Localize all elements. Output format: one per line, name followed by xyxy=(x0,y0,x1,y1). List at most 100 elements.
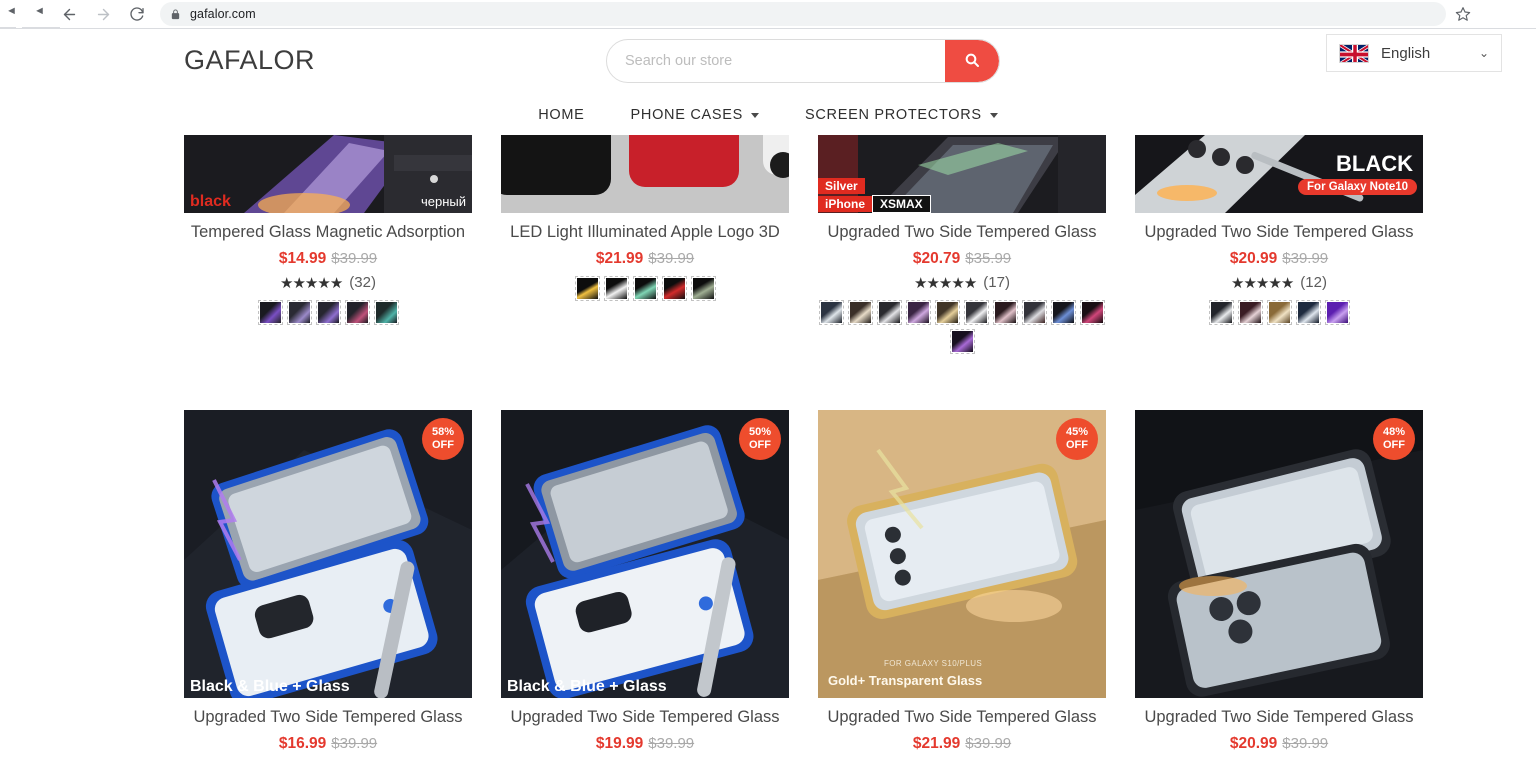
product-card: Silver iPhone XSMAX Upgraded Two Side Tem… xyxy=(818,135,1106,354)
product-swatches xyxy=(501,275,789,301)
swatch[interactable] xyxy=(1295,299,1321,325)
product-image[interactable]: Silver iPhone XSMAX xyxy=(818,135,1106,213)
swatch[interactable] xyxy=(344,299,370,325)
row-spacer xyxy=(184,354,1352,410)
product-title[interactable]: Upgraded Two Side Tempered Glass xyxy=(501,708,789,728)
product-image-caption: Silver iPhone XSMAX xyxy=(818,177,931,213)
old-price: $39.99 xyxy=(1282,734,1329,752)
product-title[interactable]: Upgraded Two Side Tempered Glass xyxy=(818,223,1106,243)
swatch[interactable] xyxy=(935,299,960,325)
sale-price: $20.79 xyxy=(912,249,961,267)
product-title[interactable]: Upgraded Two Side Tempered Glass xyxy=(1135,708,1423,728)
address-bar[interactable]: gafalor.com xyxy=(160,2,1446,26)
product-title[interactable]: Upgraded Two Side Tempered Glass xyxy=(184,708,472,728)
sale-price: $14.99 xyxy=(278,249,327,267)
product-price: $19.99 $39.99 xyxy=(501,735,789,753)
product-title[interactable]: Upgraded Two Side Tempered Glass xyxy=(1135,223,1423,243)
sale-price: $20.99 xyxy=(1229,734,1278,752)
discount-off-label: OFF xyxy=(749,438,771,451)
product-grid: black черный Tempered Glass Magnetic Ads… xyxy=(0,135,1536,753)
product-image[interactable]: BLACK For Galaxy Note10 xyxy=(1135,135,1423,213)
search-icon xyxy=(964,52,980,71)
product-image[interactable]: 50% OFF Black & Blue + Glass xyxy=(501,409,789,698)
swatch[interactable] xyxy=(632,275,658,301)
discount-percent: 58% xyxy=(431,426,455,439)
model-chip: XSMAX xyxy=(872,195,931,213)
star-icon[interactable] xyxy=(1450,1,1476,27)
lock-icon xyxy=(170,8,181,20)
discount-percent: 48% xyxy=(1382,426,1406,439)
swatch[interactable] xyxy=(1324,299,1350,325)
swatch[interactable] xyxy=(1208,299,1234,325)
discount-off-label: OFF xyxy=(432,438,454,451)
product-image-caption: Black & Blue + Glass xyxy=(190,677,350,695)
swatch[interactable] xyxy=(848,299,873,325)
swatch[interactable] xyxy=(964,299,989,325)
swatch[interactable] xyxy=(1051,299,1076,325)
swatch[interactable] xyxy=(906,299,931,325)
discount-badge: 45% OFF xyxy=(1056,417,1098,460)
swatch[interactable] xyxy=(1080,299,1105,325)
swatch[interactable] xyxy=(690,275,716,301)
nav-item-phone-cases[interactable]: PHONE CASES xyxy=(629,101,761,129)
nav-item-screen-protectors[interactable]: SCREEN PROTECTORS xyxy=(803,101,1000,129)
swatch[interactable] xyxy=(819,299,844,325)
search-bar xyxy=(606,39,1000,83)
old-price: $39.99 xyxy=(965,734,1012,752)
swatch[interactable] xyxy=(373,299,399,325)
sale-price: $21.99 xyxy=(912,734,961,752)
swatch[interactable] xyxy=(1237,299,1263,325)
discount-off-label: OFF xyxy=(1383,438,1405,451)
search-input[interactable] xyxy=(607,40,945,82)
swatch[interactable] xyxy=(661,275,687,301)
swatch[interactable] xyxy=(1022,299,1047,325)
swatch[interactable] xyxy=(574,275,600,301)
product-image-caption-overline: FOR GALAXY S10/PLUS xyxy=(884,658,983,668)
browser-chrome: ◄ ◄ gafalor.com xyxy=(0,0,1536,29)
reload-button[interactable] xyxy=(124,1,150,27)
site-logo[interactable]: GAFALOR xyxy=(184,45,315,76)
swatch[interactable] xyxy=(1266,299,1292,325)
swatch[interactable] xyxy=(603,275,629,301)
product-swatches xyxy=(818,299,1106,354)
product-card: black черный Tempered Glass Magnetic Ads… xyxy=(184,135,472,325)
swatch[interactable] xyxy=(949,328,975,354)
rating-count: (17) xyxy=(983,274,1010,292)
product-image[interactable]: 58% OFF Black & Blue + Glass xyxy=(184,409,472,698)
product-price: $14.99 $39.99 xyxy=(184,250,472,268)
product-card: 48% OFF Upgraded Two Side Tempered Glass… xyxy=(1135,409,1423,753)
product-image[interactable] xyxy=(501,135,789,213)
product-image[interactable]: 48% OFF xyxy=(1135,409,1423,698)
model-prefix-chip: iPhone xyxy=(818,196,873,212)
product-title[interactable]: Tempered Glass Magnetic Adsorption xyxy=(184,223,472,243)
product-swatches xyxy=(184,299,472,325)
swatch[interactable] xyxy=(286,299,312,325)
product-image[interactable]: black черный xyxy=(184,135,472,213)
product-price: $16.99 $39.99 xyxy=(184,735,472,753)
product-card: 58% OFF Black & Blue + Glass Upgraded Tw… xyxy=(184,409,472,753)
product-image[interactable]: 45% OFF FOR GALAXY S10/PLUS Gold+ Transp… xyxy=(818,409,1106,698)
swatch[interactable] xyxy=(257,299,283,325)
nav-item-home[interactable]: HOME xyxy=(536,101,586,129)
product-price: $21.99 $39.99 xyxy=(501,250,789,268)
product-title[interactable]: Upgraded Two Side Tempered Glass xyxy=(818,708,1106,728)
product-row-1: black черный Tempered Glass Magnetic Ads… xyxy=(184,135,1423,354)
swatch[interactable] xyxy=(993,299,1018,325)
browser-toolbar: gafalor.com xyxy=(0,0,1536,28)
product-price: $20.79 $35.99 xyxy=(818,250,1106,268)
language-selector[interactable]: English ⌄ xyxy=(1326,34,1502,72)
color-chip: Silver xyxy=(818,178,865,194)
star-rating: ★★★★★ xyxy=(280,274,343,292)
search-button[interactable] xyxy=(945,40,999,82)
discount-off-label: OFF xyxy=(1066,438,1088,451)
old-price: $35.99 xyxy=(965,249,1012,267)
swatch[interactable] xyxy=(315,299,341,325)
product-swatches xyxy=(1135,299,1423,325)
swatch[interactable] xyxy=(877,299,902,325)
rating-count: (32) xyxy=(349,274,376,292)
product-title[interactable]: LED Light Illuminated Apple Logo 3D xyxy=(501,223,789,243)
forward-button[interactable] xyxy=(90,1,116,27)
product-price: $21.99 $39.99 xyxy=(818,735,1106,753)
back-button[interactable] xyxy=(56,1,82,27)
product-row-2: 58% OFF Black & Blue + Glass Upgraded Tw… xyxy=(184,409,1423,753)
